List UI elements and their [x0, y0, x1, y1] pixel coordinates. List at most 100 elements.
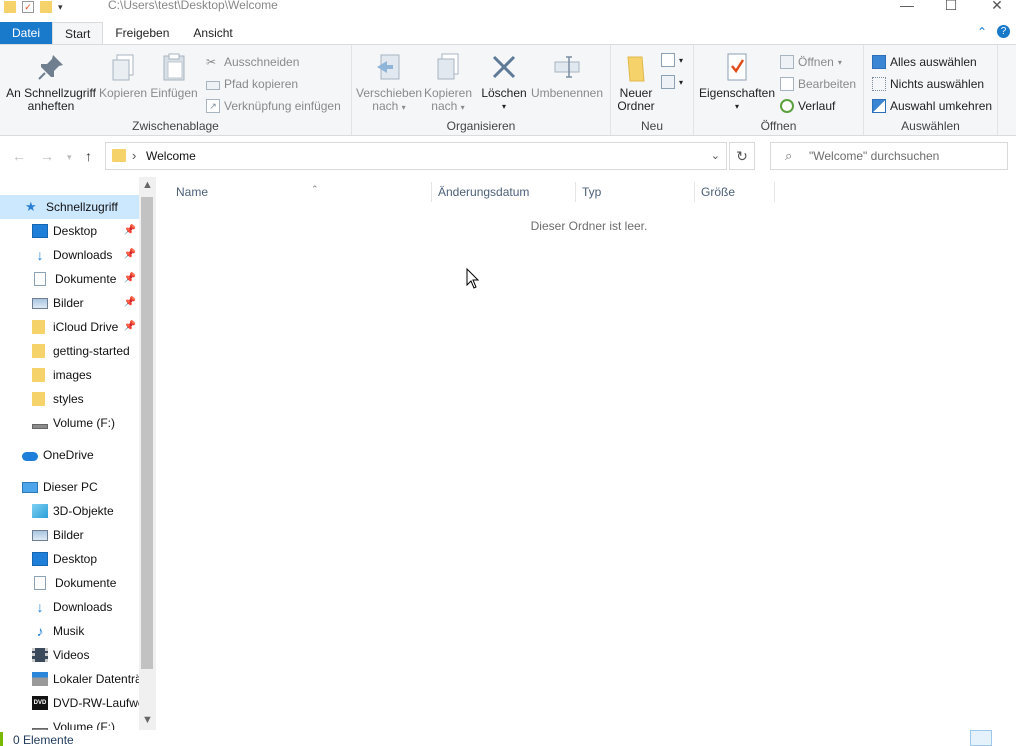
- column-header-label: Änderungsdatum: [438, 185, 530, 199]
- breadcrumb-welcome[interactable]: Welcome: [146, 149, 196, 163]
- collapse-ribbon-icon[interactable]: ⌃: [977, 25, 987, 39]
- select-none-button[interactable]: Nichts auswählen: [872, 75, 984, 93]
- tab-file[interactable]: Datei: [0, 22, 52, 44]
- sidebar-item-dvd-drive[interactable]: DVD DVD-RW-Laufwe: [0, 691, 139, 715]
- pin-icon[interactable]: 📌: [124, 225, 136, 236]
- sidebar-item-documents[interactable]: Dokumente 📌: [0, 267, 139, 291]
- properties-button[interactable]: Eigenschaften ▾: [698, 51, 776, 113]
- history-button[interactable]: Verlauf: [780, 97, 835, 115]
- customize-toolbar-icon[interactable]: ▾: [58, 2, 63, 13]
- recent-locations-chevron-icon[interactable]: ▾: [67, 152, 72, 163]
- sidebar-item-pc-downloads[interactable]: ↓ Downloads: [0, 595, 139, 619]
- search-input[interactable]: [809, 147, 999, 165]
- open-button[interactable]: Öffnen ▾: [780, 53, 842, 71]
- folder-icon: [4, 1, 16, 13]
- properties-label: Eigenschaften: [698, 86, 776, 100]
- invert-selection-button[interactable]: Auswahl umkehren: [872, 97, 992, 115]
- cloud-icon: [22, 451, 38, 461]
- address-bar[interactable]: › Welcome ⌄: [105, 142, 727, 170]
- search-box[interactable]: ⌕: [770, 142, 1008, 170]
- copy-to-button[interactable]: Kopieren nach ▾: [422, 51, 474, 114]
- address-dropdown-chevron-icon[interactable]: ⌄: [711, 149, 720, 162]
- pin-quick-access-button[interactable]: An Schnellzugriff anheften: [4, 51, 98, 113]
- desktop-icon: [32, 552, 48, 566]
- paste-shortcut-label: Verknüpfung einfügen: [224, 99, 341, 113]
- column-header-date[interactable]: Änderungsdatum: [432, 182, 576, 202]
- large-icons-view-button[interactable]: [994, 730, 1016, 746]
- sidebar-item-quick-access[interactable]: ★ Schnellzugriff: [0, 195, 139, 219]
- sidebar-item-local-disk[interactable]: Lokaler Datenträ: [0, 667, 139, 691]
- copy-button[interactable]: Kopieren: [99, 51, 147, 100]
- breadcrumb-chevron-icon[interactable]: ›: [132, 148, 136, 163]
- sidebar-item-desktop[interactable]: Desktop 📌: [0, 219, 139, 243]
- sidebar-item-this-pc[interactable]: Dieser PC: [0, 475, 139, 499]
- folder-icon: [112, 149, 126, 162]
- sidebar-item-3d-objects[interactable]: 3D-Objekte: [0, 499, 139, 523]
- scroll-down-chevron-icon[interactable]: ▼: [139, 714, 156, 726]
- new-folder-qat-icon[interactable]: [40, 1, 52, 13]
- new-item-button[interactable]: ▾: [661, 51, 683, 69]
- copy-to-label-line2: nach: [431, 99, 458, 113]
- rename-button[interactable]: Umbenennen: [530, 51, 604, 100]
- chevron-down-icon: ▾: [837, 57, 842, 67]
- move-to-button[interactable]: Verschieben nach ▾: [356, 51, 422, 114]
- sidebar-item-onedrive[interactable]: OneDrive: [0, 443, 139, 467]
- copy-path-button[interactable]: Pfad kopieren: [206, 75, 298, 93]
- sidebar-item-styles[interactable]: styles: [0, 387, 139, 411]
- properties-check-icon[interactable]: ✓: [22, 1, 34, 13]
- pin-icon[interactable]: 📌: [124, 321, 136, 332]
- sidebar-item-music[interactable]: ♪ Musik: [0, 619, 139, 643]
- pin-icon[interactable]: 📌: [124, 249, 136, 260]
- tab-view[interactable]: Ansicht: [181, 22, 244, 44]
- select-all-button[interactable]: Alles auswählen: [872, 53, 977, 71]
- sidebar-item-pc-pictures[interactable]: Bilder: [0, 523, 139, 547]
- sidebar-item-pictures[interactable]: Bilder 📌: [0, 291, 139, 315]
- search-icon: ⌕: [785, 148, 793, 163]
- close-button[interactable]: ✕: [974, 0, 1016, 14]
- scrollbar-thumb[interactable]: [141, 197, 153, 669]
- download-arrow-icon: ↓: [36, 247, 44, 263]
- details-view-button[interactable]: [970, 730, 992, 746]
- sidebar-item-icloud-drive[interactable]: iCloud Drive 📌: [0, 315, 139, 339]
- pin-icon[interactable]: 📌: [124, 273, 136, 284]
- easy-access-button[interactable]: ▾: [661, 73, 683, 91]
- sidebar-item-videos[interactable]: Videos: [0, 643, 139, 667]
- forward-arrow-icon[interactable]: →: [40, 148, 54, 164]
- delete-button[interactable]: Löschen ▾: [480, 51, 528, 113]
- pin-icon[interactable]: 📌: [124, 297, 136, 308]
- maximize-button[interactable]: ☐: [928, 0, 974, 14]
- cut-button[interactable]: ✂ Ausschneiden: [206, 53, 299, 71]
- refresh-button[interactable]: ↻: [729, 142, 755, 170]
- cube-icon: [32, 504, 48, 518]
- sidebar-item-pc-desktop[interactable]: Desktop: [0, 547, 139, 571]
- back-arrow-icon[interactable]: ←: [12, 148, 26, 164]
- tab-start[interactable]: Start: [52, 22, 104, 44]
- new-folder-button[interactable]: Neuer Ordner: [613, 51, 659, 113]
- sidebar-item-label: Bilder: [53, 528, 84, 542]
- desktop-icon: [32, 224, 48, 238]
- edit-button[interactable]: Bearbeiten: [780, 75, 856, 93]
- window-path: C:\Users\test\Desktop\Welcome: [108, 0, 278, 12]
- column-header-type[interactable]: Typ: [576, 182, 695, 202]
- sidebar-item-images[interactable]: images: [0, 363, 139, 387]
- minimize-button[interactable]: —: [884, 0, 930, 14]
- file-list[interactable]: ⌃ Name Änderungsdatum Typ Größe Dieser O…: [156, 177, 1016, 730]
- select-none-icon: [872, 77, 886, 91]
- new-group: Neuer Ordner ▾ ▾ Neu: [611, 45, 694, 135]
- sidebar-item-downloads[interactable]: ↓ Downloads 📌: [0, 243, 139, 267]
- tab-share[interactable]: Freigeben: [103, 22, 181, 44]
- paste-shortcut-button[interactable]: ↗ Verknüpfung einfügen: [206, 97, 341, 115]
- sidebar-item-getting-started[interactable]: getting-started: [0, 339, 139, 363]
- sidebar-item-volume-f[interactable]: Volume (F:): [0, 411, 139, 435]
- delete-x-icon: [492, 55, 516, 79]
- sidebar-scrollbar[interactable]: ▲ ▼: [139, 177, 156, 730]
- sidebar-item-pc-volume-f[interactable]: Volume (F:): [0, 715, 139, 730]
- scroll-up-chevron-icon[interactable]: ▲: [139, 179, 156, 191]
- sidebar-item-pc-documents[interactable]: Dokumente: [0, 571, 139, 595]
- column-header-name[interactable]: ⌃ Name: [170, 182, 432, 202]
- up-arrow-icon[interactable]: ↑: [85, 148, 92, 164]
- column-header-size[interactable]: Größe: [695, 182, 775, 202]
- paste-button[interactable]: Einfügen: [149, 51, 199, 100]
- folder-icon: [32, 368, 45, 382]
- help-icon[interactable]: ?: [997, 25, 1010, 38]
